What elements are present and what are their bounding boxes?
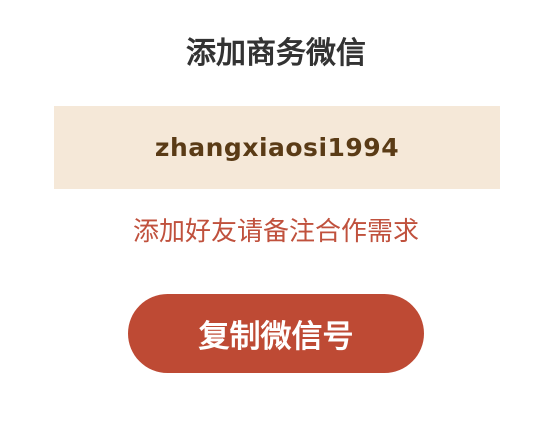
wechat-id-box: zhangxiaosi1994 <box>54 106 500 189</box>
add-wechat-dialog: 添加商务微信 zhangxiaosi1994 添加好友请备注合作需求 复制微信号 <box>0 0 552 424</box>
copy-wechat-id-button[interactable]: 复制微信号 <box>128 294 424 373</box>
copy-button-label: 复制微信号 <box>198 319 354 354</box>
dialog-title: 添加商务微信 <box>186 36 366 71</box>
wechat-id-text: zhangxiaosi1994 <box>154 133 400 162</box>
remark-hint: 添加好友请备注合作需求 <box>132 217 419 247</box>
